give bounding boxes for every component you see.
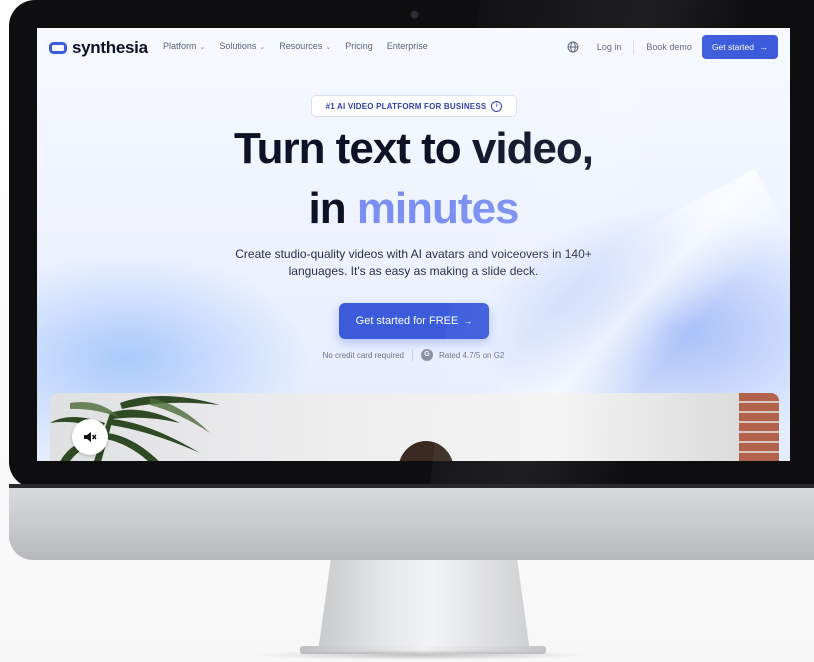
login-link[interactable]: Log in [597, 42, 622, 52]
menu-item-solutions[interactable]: Solutions ⌄ [219, 41, 265, 51]
brand-name: synthesia [72, 38, 148, 57]
hero-title-accent: minutes [356, 184, 520, 233]
get-started-free-button[interactable]: Get started for FREE → [339, 303, 489, 339]
hero-title-line1: Turn text to video, [233, 124, 594, 173]
synthesia-logo[interactable]: synthesia [49, 38, 148, 58]
hero-title-line2: in minutes [308, 184, 520, 233]
main-menu: Platform ⌄ Solutions ⌄ Resources ⌄ Pricing … [163, 41, 428, 51]
menu-item-platform[interactable]: Platform ⌄ [163, 41, 205, 51]
trust-divider [411, 349, 413, 361]
menu-item-resources[interactable]: Resources ⌄ [279, 41, 331, 51]
webcam [411, 11, 418, 18]
chevron-down-icon: ⌄ [325, 44, 332, 51]
nav-actions: Log in Book demo Get started → [567, 35, 778, 59]
logo-mark-icon [49, 42, 67, 54]
info-icon: i [491, 100, 503, 112]
g2-rating[interactable]: Rated 4.7/5 on G2 [439, 351, 504, 360]
hero-badge[interactable]: #1 AI VIDEO PLATFORM FOR BUSINESS i [312, 96, 516, 116]
imac-chin [9, 488, 814, 560]
top-nav: synthesia Platform ⌄ Solutions ⌄ Resources… [37, 28, 790, 66]
chevron-down-icon: ⌄ [199, 44, 206, 51]
brick-wall [739, 393, 779, 461]
hero-video[interactable] [50, 393, 779, 461]
browser-screen: synthesia Platform ⌄ Solutions ⌄ Resources… [37, 28, 790, 461]
hero-subtitle-line1: Create studio-quality videos with AI ava… [235, 247, 592, 261]
book-demo-link[interactable]: Book demo [646, 42, 692, 52]
hero-subtitle-line2: languages. It's as easy as making a slid… [288, 264, 539, 278]
imac-stand [318, 560, 530, 652]
speaker-muted-icon [84, 432, 97, 442]
get-started-button[interactable]: Get started → [701, 35, 778, 59]
avatar-presenter [398, 441, 454, 461]
arrow-right-icon: → [463, 316, 473, 326]
nav-divider [633, 40, 635, 54]
menu-item-pricing[interactable]: Pricing [345, 41, 373, 51]
arrow-right-icon: → [759, 42, 768, 52]
no-credit-card-note: No credit card required [322, 350, 404, 360]
mute-toggle-button[interactable] [72, 419, 108, 455]
globe-icon[interactable] [567, 41, 579, 53]
trust-row: No credit card required G Rated 4.7/5 on… [37, 349, 790, 361]
menu-item-enterprise[interactable]: Enterprise [387, 41, 428, 51]
g2-logo-icon: G [420, 349, 433, 361]
chevron-down-icon: ⌄ [259, 44, 266, 51]
